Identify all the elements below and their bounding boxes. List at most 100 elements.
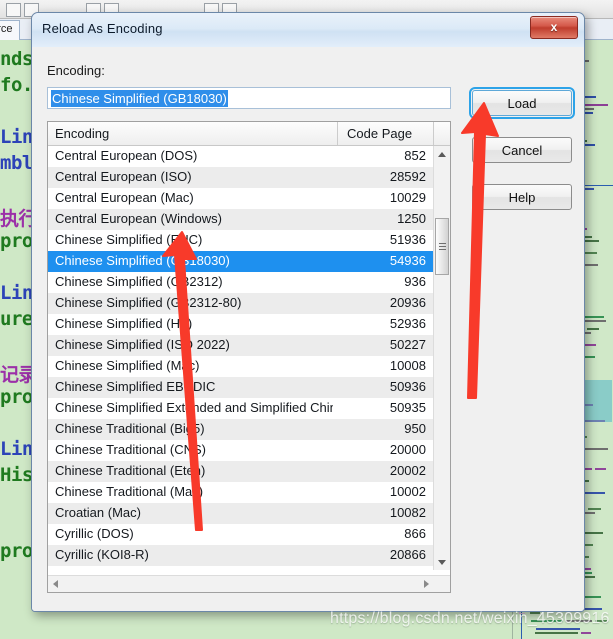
watermark: https://blog.csdn.net/weixin_45309916: [330, 610, 610, 627]
table-row[interactable]: Chinese Traditional (Eten) 20002: [48, 461, 434, 482]
row-encoding-name: Central European (Mac): [55, 190, 194, 205]
row-code-page: 10029: [389, 190, 426, 205]
row-code-page: 936: [404, 274, 426, 289]
row-code-page: 20002: [389, 463, 426, 478]
row-encoding-name: Cyrillic (DOS): [55, 526, 134, 541]
row-encoding-name: Central European (DOS): [55, 148, 198, 163]
help-button[interactable]: Help: [472, 184, 572, 210]
close-icon[interactable]: x: [530, 16, 578, 39]
row-code-page: 20000: [389, 442, 426, 457]
table-row[interactable]: Central European (DOS) 852: [48, 146, 434, 167]
row-encoding-name: Chinese Traditional (Mac): [55, 484, 204, 499]
row-encoding-name: Cyrillic (KOI8-U): [55, 566, 333, 570]
table-row[interactable]: Chinese Simplified (Mac) 10008: [48, 356, 434, 377]
encoding-list[interactable]: Encoding Code Page Central European (DOS…: [47, 121, 451, 593]
code-line: Lin: [0, 126, 33, 148]
row-encoding-name: Chinese Traditional (Eten): [55, 463, 206, 478]
row-code-page: 21866: [334, 566, 426, 570]
load-button[interactable]: Load: [469, 87, 575, 119]
encoding-input[interactable]: Chinese Simplified (GB18030): [47, 87, 451, 109]
table-row[interactable]: Cyrillic (DOS) 866: [48, 524, 434, 545]
dialog-titlebar[interactable]: Reload As Encoding x: [32, 13, 584, 48]
code-line: Lin: [0, 282, 33, 304]
table-row[interactable]: Chinese Traditional (Mac) 10002: [48, 482, 434, 503]
table-row[interactable]: Chinese Simplified (GB2312-80) 20936: [48, 293, 434, 314]
table-row[interactable]: Chinese Simplified (GB2312) 936: [48, 272, 434, 293]
row-encoding-name: Chinese Simplified EBCDIC: [55, 379, 216, 394]
table-row[interactable]: Chinese Simplified (GB18030) 54936: [48, 251, 434, 272]
scroll-up-icon[interactable]: [434, 146, 450, 162]
scroll-right-icon[interactable]: [418, 576, 434, 592]
code-line: ure: [0, 308, 33, 330]
row-encoding-name: Chinese Simplified Extended and Simplifi…: [55, 400, 333, 415]
code-line: pro: [0, 540, 33, 562]
row-encoding-name: Chinese Traditional (Big5): [55, 421, 205, 436]
row-encoding-name: Croatian (Mac): [55, 505, 141, 520]
row-code-page: 50936: [389, 379, 426, 394]
row-encoding-name: Chinese Traditional (CNS): [55, 442, 207, 457]
toolbar-button-1[interactable]: [6, 3, 21, 17]
minimap-line: [581, 104, 608, 106]
code-line: mbl: [0, 152, 33, 174]
code-line: Lin: [0, 438, 33, 460]
scrollbar-corner: [434, 576, 450, 592]
code-line: fo.: [0, 74, 33, 96]
row-code-page: 852: [404, 148, 426, 163]
row-code-page: 54936: [389, 253, 426, 268]
row-code-page: 950: [404, 421, 426, 436]
row-code-page: 51936: [389, 232, 426, 247]
vertical-scroll-thumb[interactable]: [435, 218, 449, 275]
dialog-body: Encoding: Chinese Simplified (GB18030) E…: [32, 47, 584, 611]
scroll-down-icon[interactable]: [434, 554, 450, 570]
screen: ource ndsfo.Linmbl执行proLinure记录proLinHis…: [0, 0, 613, 639]
row-encoding-name: Chinese Simplified (GB2312): [55, 274, 223, 289]
code-line: pro: [0, 386, 33, 408]
table-row[interactable]: Chinese Simplified (EUC) 51936: [48, 230, 434, 251]
table-row[interactable]: Central European (Mac) 10029: [48, 188, 434, 209]
table-row[interactable]: Central European (ISO) 28592: [48, 167, 434, 188]
column-header-encoding[interactable]: Encoding: [48, 122, 338, 145]
row-code-page: 50227: [389, 337, 426, 352]
row-encoding-name: Chinese Simplified (EUC): [55, 232, 203, 247]
list-rows: Central European (DOS) 852 Central Europea…: [48, 146, 434, 570]
table-row[interactable]: Croatian (Mac) 10082: [48, 503, 434, 524]
row-code-page: 866: [404, 526, 426, 541]
cancel-button[interactable]: Cancel: [472, 137, 572, 163]
reload-as-encoding-dialog: Reload As Encoding x Encoding: Chinese S…: [31, 12, 585, 612]
row-encoding-name: Chinese Simplified (HZ): [55, 316, 193, 331]
table-row[interactable]: Chinese Simplified (ISO 2022) 50227: [48, 335, 434, 356]
table-row[interactable]: Cyrillic (KOI8-U)21866: [48, 566, 434, 570]
row-code-page: 50935: [389, 400, 426, 415]
list-header: Encoding Code Page: [48, 122, 450, 146]
list-horizontal-scrollbar[interactable]: [48, 575, 450, 592]
row-code-page: 10008: [389, 358, 426, 373]
row-code-page: 52936: [389, 316, 426, 331]
column-header-code-page[interactable]: Code Page: [338, 122, 434, 145]
scroll-left-icon[interactable]: [48, 576, 64, 592]
code-line: His: [0, 464, 33, 486]
row-encoding-name: Central European (ISO): [55, 169, 192, 184]
row-code-page: 20936: [389, 295, 426, 310]
table-row[interactable]: Chinese Traditional (Big5) 950: [48, 419, 434, 440]
row-encoding-name: Chinese Simplified (ISO 2022): [55, 337, 230, 352]
editor-tab-source[interactable]: ource: [0, 20, 20, 41]
row-encoding-name: Chinese Simplified (Mac): [55, 358, 200, 373]
code-line: nds: [0, 48, 33, 70]
table-row[interactable]: Chinese Simplified EBCDIC 50936: [48, 377, 434, 398]
dialog-title: Reload As Encoding: [42, 21, 163, 36]
row-encoding-name: Chinese Simplified (GB18030): [55, 253, 230, 268]
row-code-page: 10082: [389, 505, 426, 520]
table-row[interactable]: Cyrillic (KOI8-R) 20866: [48, 545, 434, 566]
list-vertical-scrollbar[interactable]: [433, 146, 450, 570]
row-code-page: 28592: [389, 169, 426, 184]
row-encoding-name: Cyrillic (KOI8-R): [55, 547, 149, 562]
row-code-page: 10002: [389, 484, 426, 499]
table-row[interactable]: Chinese Simplified (HZ) 52936: [48, 314, 434, 335]
code-line: pro: [0, 230, 33, 252]
row-code-page: 1250: [397, 211, 426, 226]
table-row[interactable]: Chinese Simplified Extended and Simplifi…: [48, 398, 434, 419]
encoding-label: Encoding:: [47, 63, 105, 78]
table-row[interactable]: Central European (Windows) 1250: [48, 209, 434, 230]
encoding-input-value: Chinese Simplified (GB18030): [51, 90, 228, 107]
table-row[interactable]: Chinese Traditional (CNS) 20000: [48, 440, 434, 461]
